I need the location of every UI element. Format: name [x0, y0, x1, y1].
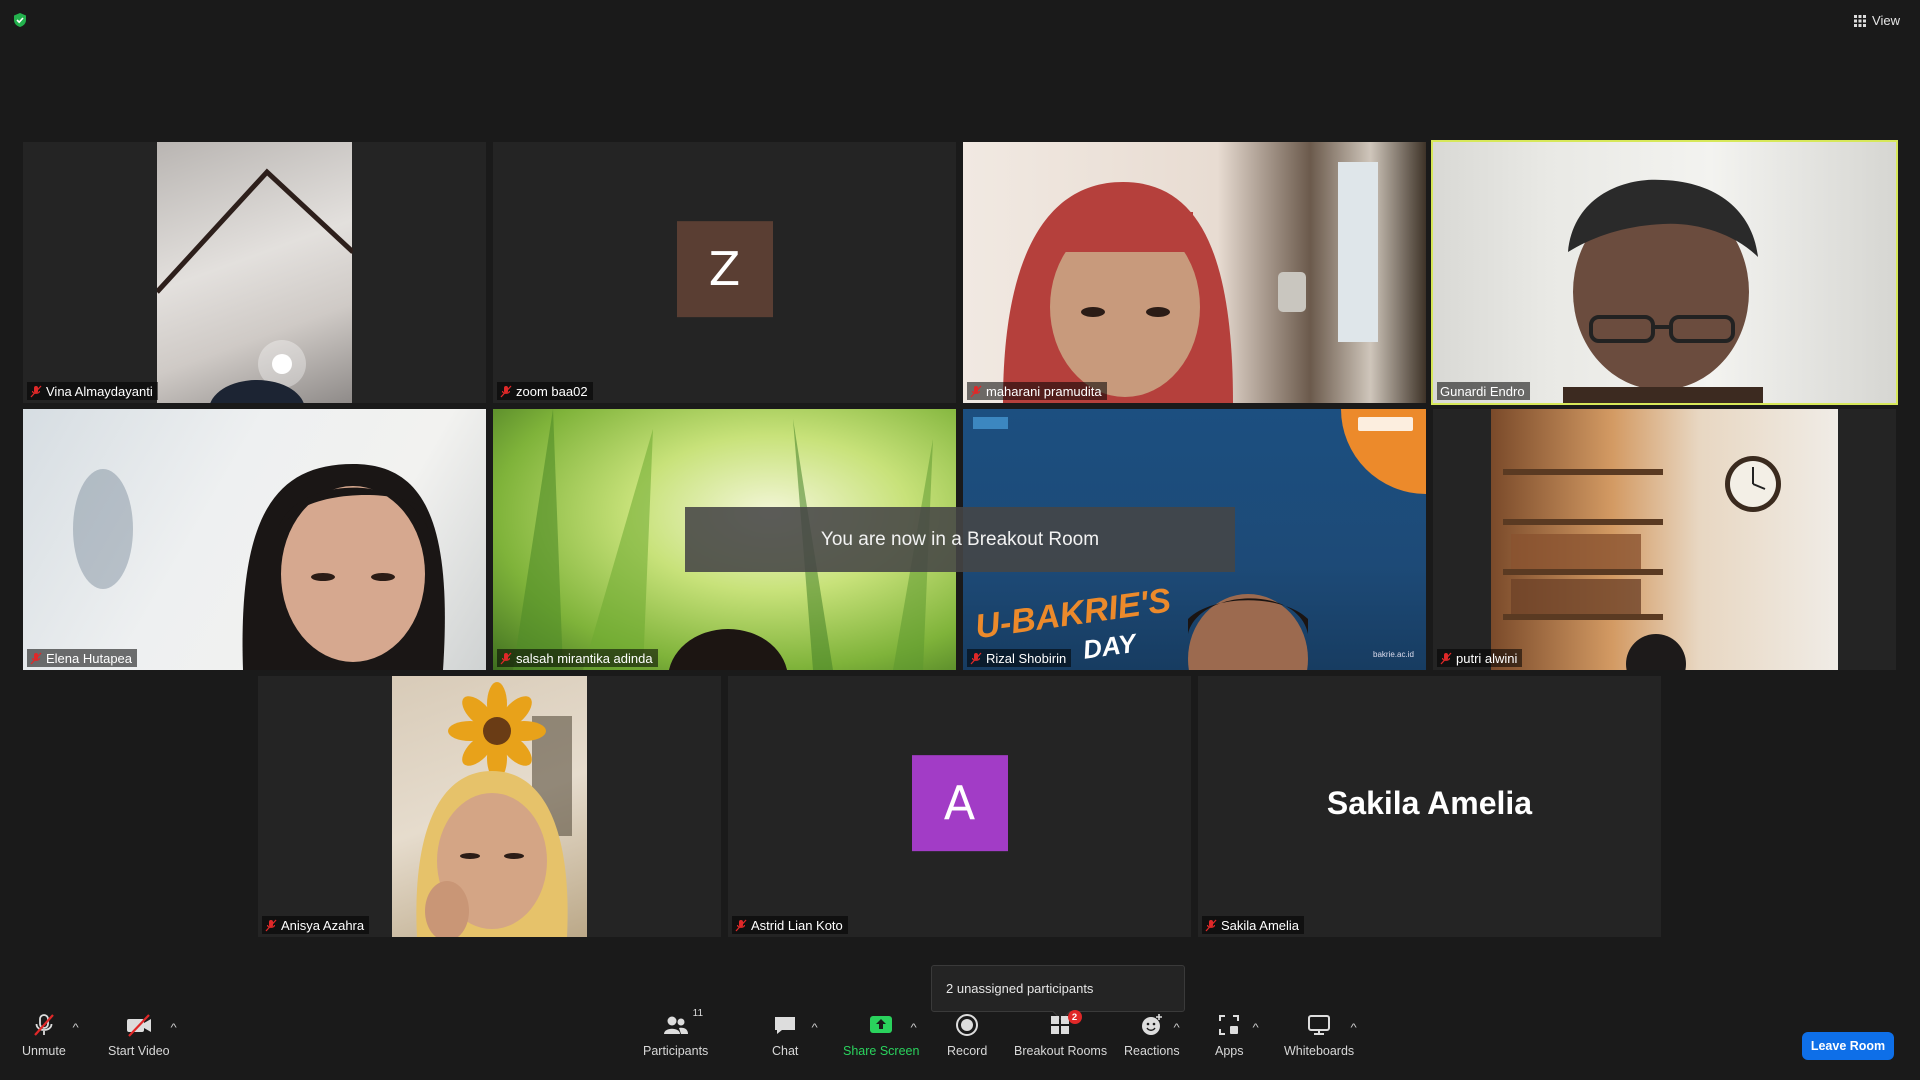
video-off-icon: [126, 1014, 151, 1037]
share-screen-button[interactable]: Share Screen: [843, 1012, 919, 1058]
participant-name-tag: Elena Hutapea: [27, 649, 138, 667]
mic-muted-icon: [30, 652, 42, 664]
mic-muted-icon: [970, 652, 982, 664]
chat-label: Chat: [772, 1044, 799, 1058]
apps-options-caret[interactable]: ^: [1252, 1022, 1258, 1034]
video-tile-elena[interactable]: Elena Hutapea: [23, 409, 486, 670]
person-image: [1003, 162, 1378, 403]
start-video-label: Start Video: [108, 1044, 170, 1058]
unassigned-text: 2 unassigned participants: [946, 981, 1094, 996]
share-options-caret[interactable]: ^: [910, 1022, 916, 1034]
chat-options-caret[interactable]: ^: [811, 1022, 817, 1034]
ceiling-image: [155, 168, 355, 403]
leave-room-button[interactable]: Leave Room: [1802, 1032, 1894, 1060]
person-image: [73, 464, 445, 670]
avatar: Z: [676, 220, 773, 317]
participant-name-tag: maharani pramudita: [967, 382, 1107, 400]
apps-button[interactable]: Apps: [1215, 1012, 1244, 1058]
participant-name-tag: putri alwini: [1437, 649, 1523, 667]
camera-feed: [1433, 142, 1896, 403]
participant-name-tag: Gunardi Endro: [1437, 382, 1530, 400]
video-tile-sakila[interactable]: Sakila Amelia Sakila Amelia: [1198, 676, 1661, 937]
security-shield-icon[interactable]: [12, 12, 28, 28]
record-button[interactable]: Record: [947, 1012, 987, 1058]
participant-name-tag: Rizal Shobirin: [967, 649, 1072, 667]
avatar: A: [911, 754, 1008, 851]
audio-options-caret[interactable]: ^: [72, 1022, 78, 1034]
video-tile-astrid[interactable]: A Astrid Lian Koto: [728, 676, 1191, 937]
video-tile-putri[interactable]: putri alwini: [1433, 409, 1896, 670]
participant-name-tag: Anisya Azahra: [262, 916, 370, 934]
video-tile-zoom-baa02[interactable]: Z zoom baa02: [493, 142, 956, 403]
mic-muted-icon: [735, 919, 747, 931]
participants-icon: [663, 1016, 688, 1034]
participant-name-tag: Sakila Amelia: [1202, 916, 1305, 934]
mic-muted-icon: [1440, 652, 1452, 664]
participant-name-tag: zoom baa02: [497, 382, 593, 400]
breakout-rooms-label: Breakout Rooms: [1014, 1044, 1108, 1058]
person-sunflower-image: [416, 682, 572, 937]
apps-label: Apps: [1215, 1044, 1244, 1058]
unassigned-participants-popup[interactable]: 2 unassigned participants: [931, 965, 1185, 1012]
apps-icon: [1219, 1015, 1240, 1035]
unmute-button[interactable]: Unmute: [22, 1012, 66, 1058]
bookshelf-room-image: [1503, 456, 1781, 670]
participant-display-name: Sakila Amelia: [1326, 784, 1533, 821]
reactions-icon: [1141, 1014, 1162, 1035]
breakout-rooms-button[interactable]: 2 Breakout Rooms: [1014, 1010, 1108, 1058]
participants-label: Participants: [643, 1044, 709, 1058]
reactions-label: Reactions: [1124, 1044, 1180, 1058]
camera-feed: [963, 142, 1426, 403]
chat-button[interactable]: Chat: [772, 1012, 798, 1058]
mic-muted-icon: [30, 385, 42, 397]
participant-name-tag: Astrid Lian Koto: [732, 916, 848, 934]
svg-text:U-BAKRIE'S: U-BAKRIE'S: [973, 581, 1174, 646]
meeting-toolbar: Unmute ^ Start Video ^ 11 Participants C…: [0, 1006, 1920, 1080]
share-screen-label: Share Screen: [843, 1044, 920, 1058]
video-options-caret[interactable]: ^: [170, 1022, 176, 1034]
view-label: View: [1872, 13, 1900, 28]
breakout-badge: 2: [1067, 1010, 1082, 1024]
svg-text:DAY: DAY: [1081, 627, 1140, 664]
chat-icon: [775, 1017, 796, 1034]
record-icon: [956, 1014, 979, 1036]
whiteboards-label: Whiteboards: [1284, 1044, 1355, 1058]
view-button[interactable]: View: [1848, 10, 1906, 31]
camera-feed: [23, 409, 486, 670]
grid-view-icon: [1854, 14, 1867, 27]
mic-muted-icon: [34, 1014, 54, 1036]
video-tile-vina[interactable]: Vina Almaydayanti: [23, 142, 486, 403]
unmute-label: Unmute: [22, 1044, 66, 1058]
reactions-options-caret[interactable]: ^: [1173, 1022, 1179, 1034]
video-tile-anisya[interactable]: Anisya Azahra: [258, 676, 721, 937]
mic-muted-icon: [1205, 919, 1217, 931]
video-tile-gunardi[interactable]: Gunardi Endro: [1431, 140, 1898, 405]
camera-feed: [155, 142, 355, 403]
share-screen-icon: [870, 1016, 893, 1033]
record-label: Record: [947, 1044, 988, 1058]
mic-muted-icon: [500, 652, 512, 664]
zoom-meeting-window: View Vina Almaydayanti Z zoom baa02 maha…: [0, 0, 1920, 1080]
reactions-button[interactable]: Reactions: [1124, 1012, 1180, 1058]
camera-feed: [1491, 409, 1838, 670]
participants-button[interactable]: 11 Participants: [643, 1008, 709, 1058]
camera-feed: [392, 676, 587, 937]
start-video-button[interactable]: Start Video: [108, 1012, 170, 1058]
participant-name-tag: salsah mirantika adinda: [497, 649, 658, 667]
whiteboards-options-caret[interactable]: ^: [1350, 1022, 1356, 1034]
mic-muted-icon: [970, 385, 982, 397]
video-tile-maharani[interactable]: maharani pramudita: [963, 142, 1426, 403]
svg-text:bakrie.ac.id: bakrie.ac.id: [1373, 650, 1414, 659]
participant-name-tag: Vina Almaydayanti: [27, 382, 158, 400]
mic-muted-icon: [500, 385, 512, 397]
mic-muted-icon: [265, 919, 277, 931]
whiteboards-button[interactable]: Whiteboards: [1284, 1012, 1354, 1058]
breakout-room-notification: You are now in a Breakout Room: [685, 507, 1235, 572]
person-image: [1563, 179, 1763, 403]
participants-count: 11: [692, 1008, 704, 1019]
whiteboard-icon: [1308, 1015, 1331, 1035]
